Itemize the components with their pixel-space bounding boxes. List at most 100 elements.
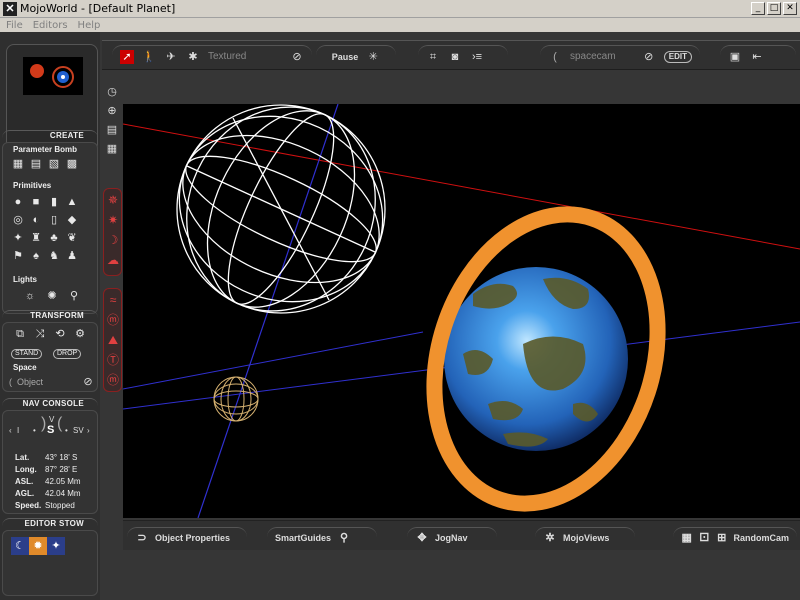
camera-dropdown-arrow-icon[interactable]: ( [548,50,562,64]
disk-icon[interactable]: ◐ [29,213,43,227]
terrain-icon[interactable]: ⛰ [105,333,121,349]
cylinder-icon[interactable]: ▮ [47,195,61,209]
mojoviews-tab[interactable]: ✲ MojoViews [535,527,635,547]
stand-button[interactable]: STAND [11,349,43,359]
create-section: Parameter Bomb ▦ ▤ ▧ ▩ Primitives ● ■ ▮ … [2,142,98,314]
sun-star-icon[interactable]: ✵ [105,193,121,209]
night-moon-icon[interactable]: ☾ [11,537,29,555]
maximize-button[interactable]: □ [767,2,781,15]
document-icon[interactable]: ▤ [104,123,120,139]
statue-icon[interactable]: ♟ [65,249,79,263]
crop-icon[interactable]: ⌗ [426,50,440,64]
camera-icon[interactable]: ◙ [448,50,462,64]
compass-right-arrow-icon: › [87,426,90,435]
space-bracket-icon: ( [9,377,12,387]
close-button[interactable]: ✕ [783,2,797,15]
pause-x-icon[interactable]: ✳ [366,50,380,64]
menu-file[interactable]: File [6,20,23,31]
spot-light-icon[interactable]: ⚲ [67,289,81,303]
sphere-icon[interactable]: ● [11,195,25,209]
scale-icon[interactable]: ⟲ [53,327,67,341]
menu-editors[interactable]: Editors [33,20,68,31]
walk-icon[interactable]: 🚶 [142,50,156,64]
bird-icon[interactable]: ❦ [65,231,79,245]
texture-t-icon[interactable]: Ⓣ [105,353,121,369]
menu-arrow-icon[interactable]: ›≡ [470,50,484,64]
cone-icon[interactable]: ▲ [65,195,79,209]
menu-help[interactable]: Help [78,20,101,31]
wave-icon[interactable]: ≈ [105,293,121,309]
render-mode-dial-icon[interactable]: ⊘ [290,50,304,64]
sun-editor-icon[interactable]: ✹ [29,537,47,555]
move-icon[interactable]: ⧉ [13,327,27,341]
cloud-icon[interactable]: ☁ [105,253,121,269]
torus-icon[interactable]: ◎ [11,213,25,227]
primitives-row-3: ✦ ♜ ♣ ❦ [11,231,79,245]
space-field[interactable]: Object [17,377,43,387]
material-m2-icon[interactable]: ⓜ [105,373,121,389]
planet-bomb-icon[interactable]: ▩ [65,157,79,171]
nav-speed-row: Speed. Stopped [15,501,75,510]
cube-icon[interactable]: ■ [29,195,43,209]
minimize-button[interactable]: _ [751,2,765,15]
compass-heading-label: S [47,424,55,436]
compass-bracket-right: ( [57,415,63,432]
mojoworld-window: ✕ MojoWorld - [Default Planet] _ □ ✕ Fil… [0,0,800,600]
3d-viewport[interactable] [123,104,800,518]
sky-tools-group: ✵ ✷ ☽ ☁ [103,188,122,276]
add-camera-icon: ⊞ [717,531,727,544]
material-m-icon[interactable]: ⓜ [105,313,121,329]
drop-button[interactable]: DROP [53,349,82,359]
airplane-icon[interactable]: ✈ [164,50,178,64]
parameter-bomb-label: Parameter Bomb [13,145,78,154]
object-properties-tab[interactable]: ⊃ Object Properties [127,527,247,547]
nav-console-section: ‹ I • ) V S ( • SV › Lat. 43° 18' S Long… [2,410,98,514]
stars-editor-icon[interactable]: ✦ [47,537,65,555]
diamond-icon[interactable]: ◆ [65,213,79,227]
planet-thumbnail[interactable] [23,57,83,95]
terrain-bomb-icon[interactable]: ▦ [11,157,25,171]
moon-icon[interactable]: ☽ [105,233,121,249]
book-icon[interactable]: ▣ [728,50,742,64]
camera-field[interactable]: spacecam [570,51,616,62]
transform-tool-icon[interactable]: ⚙ [73,327,87,341]
tube-icon[interactable]: ▯ [47,213,61,227]
figure-icon[interactable]: ♜ [29,231,43,245]
point-light-icon[interactable]: ✺ [45,289,59,303]
rocks-icon[interactable]: ✦ [11,231,25,245]
camera-dial-icon[interactable]: ⊘ [642,50,656,64]
animal-icon[interactable]: ♞ [47,249,61,263]
clock-icon[interactable]: ◷ [104,85,120,101]
compass-north-label: V [49,415,55,424]
parameter-bomb-icons: ▦ ▤ ▧ ▩ [11,157,79,171]
sun-light-icon[interactable]: ☼ [23,289,37,303]
pause-label[interactable]: Pause [332,52,359,62]
pointer-arrow-icon[interactable]: ➚ [120,49,134,64]
nav-long-row: Long. 87° 28' E [15,465,77,474]
randomcam-tab[interactable]: ▦ ⚀ ⊞ RandomCam [673,527,797,547]
compass[interactable]: ‹ I • ) V S ( • SV › [7,415,93,447]
jognav-tab[interactable]: ✥ JogNav [407,527,497,547]
plant-icon[interactable]: ♣ [47,231,61,245]
globe-icon[interactable]: ⊕ [104,104,120,120]
surface-bomb-icon[interactable]: ▧ [47,157,61,171]
smartguides-tab[interactable]: SmartGuides ⚲ [267,527,377,547]
space-dial-icon[interactable]: ⊘ [81,375,95,389]
mojo-app-icon[interactable]: ✕ [3,1,17,16]
dock-arrow-icon[interactable]: ⇤ [750,50,764,64]
smartguides-icon: ⚲ [340,531,349,544]
fly-figure-icon[interactable]: ✱ [186,50,200,64]
compass-dot-right: • [65,426,68,435]
left-panel: ›≡ CREATE Parameter Bomb ▦ ▤ ▧ ▩ Primiti… [0,32,100,600]
star-burst-icon[interactable]: ✷ [105,213,121,229]
tree-icon[interactable]: ♠ [29,249,43,263]
edit-camera-button[interactable]: EDIT [663,50,692,63]
rotate-icon[interactable]: ⤨ [33,327,47,341]
pause-group: Pause ✳ [316,45,396,67]
atmosphere-bomb-icon[interactable]: ▤ [29,157,43,171]
title-bar: ✕ MojoWorld - [Default Planet] _ □ ✕ [0,0,800,18]
clapper-icon[interactable]: ▦ [104,142,120,158]
nav-agl-value: 42.04 Mm [45,489,81,498]
render-mode-field[interactable]: Textured [208,51,246,62]
flag-icon[interactable]: ⚑ [11,249,25,263]
